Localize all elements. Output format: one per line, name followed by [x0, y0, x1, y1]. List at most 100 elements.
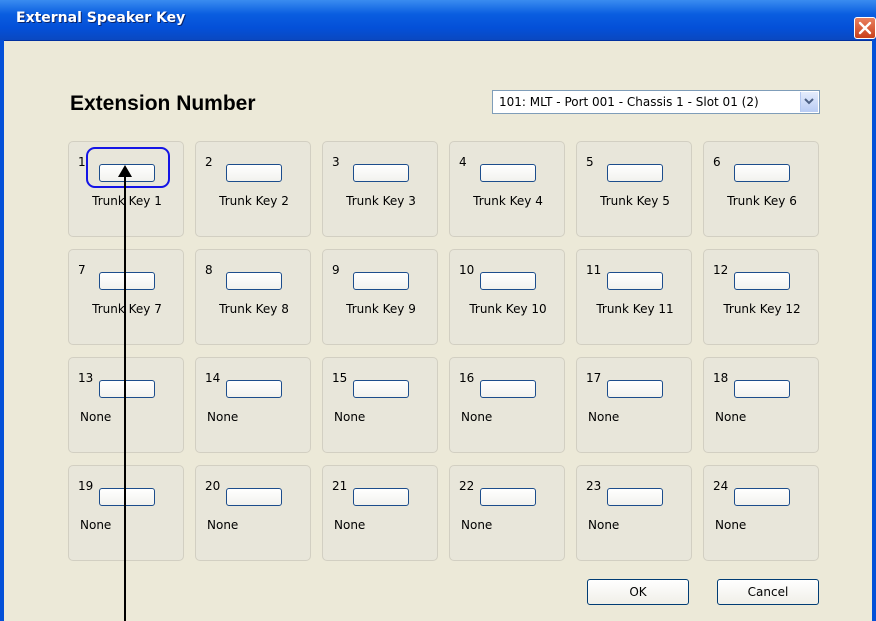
key-number: 7	[78, 263, 86, 277]
key-button-15[interactable]	[353, 380, 409, 398]
ok-button[interactable]: OK	[587, 579, 689, 605]
key-button-6[interactable]	[734, 164, 790, 182]
key-label: None	[80, 410, 112, 424]
key-label: Trunk Key 1	[92, 194, 162, 208]
key-label: None	[207, 518, 239, 532]
key-number: 5	[586, 155, 594, 169]
key-label: None	[334, 410, 366, 424]
key-label: None	[80, 518, 112, 532]
chevron-down-icon	[804, 98, 814, 105]
key-panel-6: 6 Trunk Key 6	[703, 141, 819, 237]
key-button-8[interactable]	[226, 272, 282, 290]
key-label: Trunk Key 8	[219, 302, 289, 316]
key-panel-2: 2 Trunk Key 2	[195, 141, 311, 237]
key-panel-23: 23 None	[576, 465, 692, 561]
key-panel-21: 21 None	[322, 465, 438, 561]
key-number: 18	[713, 371, 729, 385]
cancel-button[interactable]: Cancel	[717, 579, 819, 605]
key-number: 23	[586, 479, 602, 493]
key-number: 9	[332, 263, 340, 277]
key-label: Trunk Key 7	[92, 302, 162, 316]
key-button-12[interactable]	[734, 272, 790, 290]
key-panel-20: 20 None	[195, 465, 311, 561]
close-button[interactable]	[854, 17, 876, 39]
extension-number-heading: Extension Number	[70, 92, 256, 115]
key-number: 10	[459, 263, 475, 277]
key-panel-15: 15 None	[322, 357, 438, 453]
key-button-18[interactable]	[734, 380, 790, 398]
key-button-23[interactable]	[607, 488, 663, 506]
key-button-20[interactable]	[226, 488, 282, 506]
key-number: 3	[332, 155, 340, 169]
key-label: Trunk Key 3	[346, 194, 416, 208]
key-panel-24: 24 None	[703, 465, 819, 561]
extension-select[interactable]: 101: MLT - Port 001 - Chassis 1 - Slot 0…	[492, 90, 820, 114]
key-label: None	[588, 410, 620, 424]
key-button-22[interactable]	[480, 488, 536, 506]
key-panel-18: 18 None	[703, 357, 819, 453]
key-button-3[interactable]	[353, 164, 409, 182]
key-number: 20	[205, 479, 221, 493]
key-number: 15	[332, 371, 348, 385]
window-titlebar: External Speaker Key	[0, 0, 876, 41]
key-number: 17	[586, 371, 602, 385]
key-number: 1	[78, 155, 86, 169]
annotation-arrowhead	[118, 165, 132, 177]
key-button-21[interactable]	[353, 488, 409, 506]
key-label: Trunk Key 11	[596, 302, 674, 316]
key-label: None	[461, 410, 493, 424]
key-number: 22	[459, 479, 475, 493]
key-button-24[interactable]	[734, 488, 790, 506]
key-button-13[interactable]	[99, 380, 155, 398]
key-label: Trunk Key 12	[723, 302, 801, 316]
key-button-5[interactable]	[607, 164, 663, 182]
key-panel-5: 5 Trunk Key 5	[576, 141, 692, 237]
key-label: None	[207, 410, 239, 424]
extension-select-value: 101: MLT - Port 001 - Chassis 1 - Slot 0…	[499, 95, 759, 109]
window-frame-right	[872, 40, 876, 621]
key-number: 19	[78, 479, 94, 493]
key-label: None	[461, 518, 493, 532]
key-label: Trunk Key 9	[346, 302, 416, 316]
close-icon	[858, 21, 872, 35]
key-panel-22: 22 None	[449, 465, 565, 561]
key-number: 2	[205, 155, 213, 169]
key-button-14[interactable]	[226, 380, 282, 398]
key-number: 21	[332, 479, 348, 493]
key-button-7[interactable]	[99, 272, 155, 290]
key-panel-7: 7 Trunk Key 7	[68, 249, 184, 345]
key-number: 4	[459, 155, 467, 169]
annotation-arrow-line	[124, 172, 126, 621]
key-panel-4: 4 Trunk Key 4	[449, 141, 565, 237]
key-number: 13	[78, 371, 94, 385]
key-panel-14: 14 None	[195, 357, 311, 453]
key-panel-16: 16 None	[449, 357, 565, 453]
window-title: External Speaker Key	[16, 10, 186, 26]
key-number: 6	[713, 155, 721, 169]
dropdown-button[interactable]	[800, 92, 818, 112]
key-button-17[interactable]	[607, 380, 663, 398]
key-label: Trunk Key 6	[727, 194, 797, 208]
key-label: None	[715, 410, 747, 424]
key-button-19[interactable]	[99, 488, 155, 506]
key-label: Trunk Key 5	[600, 194, 670, 208]
key-label: None	[334, 518, 366, 532]
key-label: None	[715, 518, 747, 532]
key-button-10[interactable]	[480, 272, 536, 290]
key-panel-3: 3 Trunk Key 3	[322, 141, 438, 237]
key-number: 14	[205, 371, 221, 385]
key-label: Trunk Key 10	[469, 302, 547, 316]
key-panel-11: 11 Trunk Key 11	[576, 249, 692, 345]
key-number: 12	[713, 263, 729, 277]
key-label: None	[588, 518, 620, 532]
key-button-16[interactable]	[480, 380, 536, 398]
key-button-11[interactable]	[607, 272, 663, 290]
key-button-9[interactable]	[353, 272, 409, 290]
key-number: 24	[713, 479, 729, 493]
key-panel-19: 19 None	[68, 465, 184, 561]
key-label: Trunk Key 2	[219, 194, 289, 208]
key-button-4[interactable]	[480, 164, 536, 182]
key-button-2[interactable]	[226, 164, 282, 182]
window-frame-left	[0, 40, 4, 621]
key-number: 11	[586, 263, 602, 277]
